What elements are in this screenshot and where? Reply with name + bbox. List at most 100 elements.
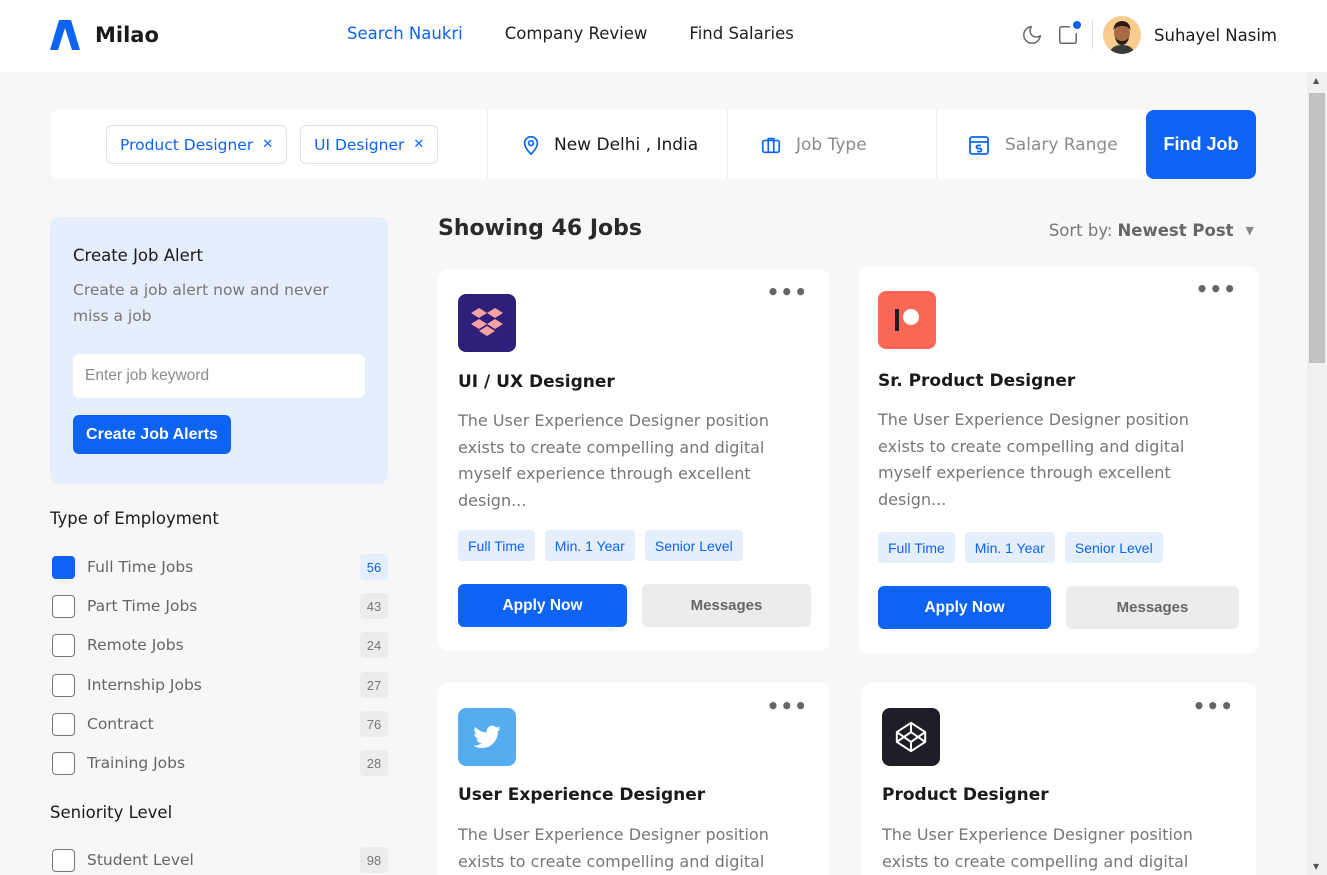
filter-training[interactable]: Training Jobs 28 [52,750,388,776]
checkbox[interactable] [52,848,75,872]
top-header: Milao Search Naukri Company Review Find … [0,0,1327,72]
find-job-button[interactable]: Find Job [1146,110,1256,179]
patreon-icon [878,291,936,349]
job-tag: Min. 1 Year [964,532,1055,563]
alert-title: Create Job Alert [73,246,204,265]
filter-contract[interactable]: Contract 76 [52,711,388,737]
filter-label: Contract [87,715,154,733]
create-job-alerts-button[interactable]: Create Job Alerts [73,415,231,454]
scrollbar-thumb[interactable] [1309,93,1325,363]
avatar-image [1103,16,1142,54]
job-title[interactable]: User Experience Designer [458,785,705,805]
close-icon[interactable]: ✕ [262,137,273,152]
job-tag: Min. 1 Year [544,530,635,561]
seniority-level-title: Seniority Level [50,803,173,822]
scroll-down-icon[interactable]: ▼ [1313,862,1319,871]
job-tag: Senior Level [644,530,743,561]
keyword-tag-label: Product Designer [120,135,254,154]
filter-label: Internship Jobs [87,676,202,694]
location-value: New Delhi , India [554,134,699,155]
filter-remote[interactable]: Remote Jobs 24 [52,632,388,658]
nav-company-review[interactable]: Company Review [505,24,648,43]
keyword-tag[interactable]: UI Designer ✕ [300,125,439,164]
checkbox[interactable] [52,633,75,657]
salary-icon [969,135,989,155]
briefcase-icon [761,137,781,153]
job-tags: Full Time Min. 1 Year Senior Level [458,530,753,561]
filter-part-time[interactable]: Part Time Jobs 43 [52,593,388,619]
job-tag: Full Time [878,532,955,563]
job-alert-card: Create Job Alert Create a job alert now … [50,217,388,484]
filter-count: 24 [360,632,388,658]
job-card[interactable]: ••• Sr. Product Designer The User Experi… [858,266,1259,654]
filter-count: 56 [360,554,388,580]
notification-icon[interactable] [1056,21,1082,47]
caret-down-icon: ▼ [1245,224,1254,237]
apply-now-button[interactable]: Apply Now [458,584,627,627]
more-options-icon[interactable]: ••• [767,696,808,716]
nav-find-salaries[interactable]: Find Salaries [689,24,793,43]
filter-full-time[interactable]: Full Time Jobs 56 [52,554,388,580]
filter-label: Training Jobs [87,754,186,772]
sort-value: Newest Post [1117,221,1234,240]
job-description: The User Experience Designer position ex… [458,411,769,510]
header-divider [1092,21,1094,49]
checkbox[interactable] [52,673,75,697]
checkbox[interactable] [52,712,75,736]
filter-label: Part Time Jobs [87,597,198,615]
job-type-placeholder: Job Type [796,134,867,155]
employment-type-title: Type of Employment [50,509,219,528]
checkbox[interactable] [52,751,75,775]
job-title[interactable]: Sr. Product Designer [878,371,1075,391]
sort-label: Sort by: [1048,221,1113,240]
job-card[interactable]: ••• UI / UX Designer The User Experience… [438,269,830,651]
job-tags: Full Time Min. 1 Year Senior Level [878,532,1173,563]
filter-student-level[interactable]: Student Level 98 [52,847,388,873]
location-field[interactable]: New Delhi , India [488,110,728,179]
apply-now-button[interactable]: Apply Now [878,586,1051,629]
keyword-tag-label: UI Designer [314,135,405,154]
close-icon[interactable]: ✕ [413,137,424,152]
main-nav: Search Naukri Company Review Find Salari… [347,24,836,43]
twitter-icon [458,708,516,766]
nav-search-naukri[interactable]: Search Naukri [347,24,463,43]
job-title[interactable]: Product Designer [882,785,1049,805]
salary-range-select[interactable]: Salary Range [937,110,1146,179]
messages-button[interactable]: Messages [1066,586,1239,629]
keyword-tag[interactable]: Product Designer ✕ [106,125,288,164]
checkbox[interactable] [52,594,75,618]
filter-count: 28 [360,750,388,776]
job-card[interactable]: ••• User Experience Designer The User Ex… [438,683,830,875]
job-card[interactable]: ••• Product Designer The User Experience… [862,683,1256,875]
codepen-icon [882,708,940,766]
brand-logo[interactable]: Milao [50,20,159,50]
job-title[interactable]: UI / UX Designer [458,372,615,392]
filter-count: 43 [360,593,388,619]
sort-dropdown[interactable]: Sort by: Newest Post ▼ [1049,221,1254,240]
checkbox[interactable] [52,555,75,579]
keyword-tags[interactable]: Product Designer ✕ UI Designer ✕ [50,110,488,179]
logo-icon [50,20,80,50]
more-options-icon[interactable]: ••• [767,282,808,302]
job-description: The User Experience Designer position ex… [458,825,769,871]
header-actions: Suhayel Nasim [1008,15,1277,55]
user-name[interactable]: Suhayel Nasim [1154,26,1277,45]
filter-label: Remote Jobs [87,636,184,654]
messages-button[interactable]: Messages [642,584,811,627]
results-count: Showing 46 Jobs [438,216,642,241]
page-scrollbar[interactable]: ▲ ▼ [1307,72,1327,875]
location-pin-icon [523,135,539,155]
filter-internship[interactable]: Internship Jobs 27 [52,672,388,698]
job-description: The User Experience Designer position ex… [882,825,1193,871]
filter-label: Full Time Jobs [87,558,194,576]
filter-label: Student Level [87,851,194,869]
job-type-select[interactable]: Job Type [728,110,937,179]
more-options-icon[interactable]: ••• [1193,696,1234,716]
dropbox-icon [458,294,516,352]
avatar[interactable] [1103,16,1142,54]
scroll-up-icon[interactable]: ▲ [1313,76,1319,85]
more-options-icon[interactable]: ••• [1196,279,1237,299]
filter-count: 76 [360,711,388,737]
job-keyword-input[interactable] [73,354,365,398]
moon-icon[interactable] [1020,23,1044,47]
